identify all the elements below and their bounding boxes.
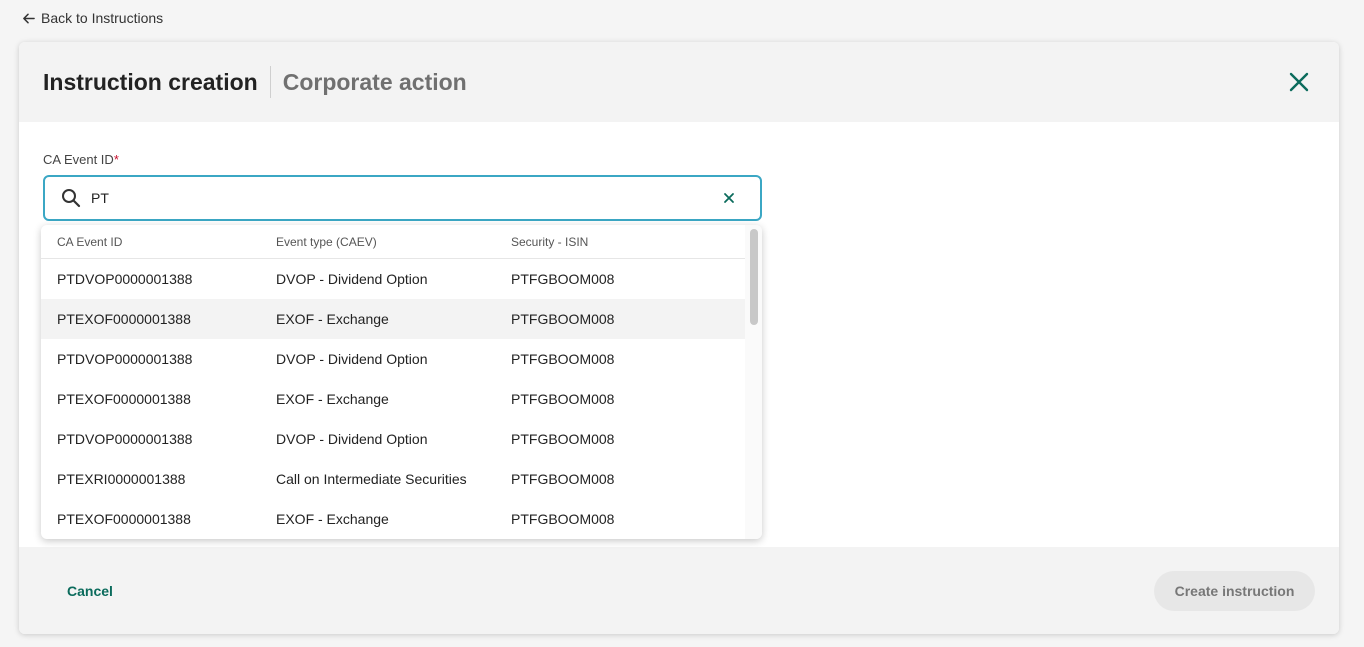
search-icon [62, 189, 81, 208]
option-event-id: PTEXOF0000001388 [57, 511, 191, 527]
back-link-label: Back to Instructions [41, 10, 164, 26]
dropdown-option[interactable]: PTEXOF0000001388 EXOF - Exchange PTFGBOO… [41, 499, 745, 539]
dropdown-option[interactable]: PTEXOF0000001388 EXOF - Exchange PTFGBOO… [41, 299, 745, 339]
ca-event-id-input[interactable] [91, 190, 722, 206]
header-divider [269, 66, 271, 98]
column-header-security-isin: Security - ISIN [511, 234, 589, 249]
option-event-id: PTDVOP0000001388 [57, 431, 193, 447]
modal-footer: Cancel Create instruction [19, 547, 1339, 634]
ca-event-id-label: CA Event ID* [43, 152, 119, 167]
option-event-type: DVOP - Dividend Option [276, 431, 428, 447]
dropdown-scrollbar-thumb[interactable] [750, 229, 758, 325]
cancel-button[interactable]: Cancel [67, 583, 113, 599]
back-to-instructions-link[interactable]: Back to Instructions [22, 10, 163, 26]
create-instruction-button[interactable]: Create instruction [1154, 570, 1315, 611]
option-isin: PTFGBOOM008 [511, 431, 615, 447]
dropdown-option[interactable]: PTEXOF0000001388 EXOF - Exchange PTFGBOO… [41, 379, 745, 419]
option-event-id: PTEXOF0000001388 [57, 311, 191, 327]
clear-icon[interactable] [722, 191, 736, 205]
option-event-type: DVOP - Dividend Option [276, 271, 428, 287]
column-header-event-type: Event type (CAEV) [276, 234, 377, 249]
option-event-type: DVOP - Dividend Option [276, 351, 428, 367]
dropdown-header: CA Event ID Event type (CAEV) Security -… [41, 225, 762, 259]
option-event-type: Call on Intermediate Securities [276, 471, 467, 487]
ca-event-id-search [43, 175, 762, 221]
modal-header: Instruction creation Corporate action [19, 42, 1339, 122]
option-isin: PTFGBOOM008 [511, 391, 615, 407]
modal-subtitle: Corporate action [282, 68, 467, 95]
option-isin: PTFGBOOM008 [511, 511, 615, 527]
option-event-id: PTDVOP0000001388 [57, 351, 193, 367]
dropdown-option[interactable]: PTDVOP0000001388 DVOP - Dividend Option … [41, 259, 745, 299]
dropdown-option[interactable]: PTDVOP0000001388 DVOP - Dividend Option … [41, 419, 745, 459]
required-mark: * [113, 152, 119, 167]
option-event-id: PTDVOP0000001388 [57, 271, 193, 287]
ca-event-dropdown: CA Event ID Event type (CAEV) Security -… [41, 225, 762, 539]
option-isin: PTFGBOOM008 [511, 311, 615, 327]
option-isin: PTFGBOOM008 [511, 471, 615, 487]
dropdown-scrollbar[interactable] [745, 225, 762, 539]
modal-title: Instruction creation [43, 68, 258, 95]
column-header-ca-event-id: CA Event ID [57, 234, 123, 249]
arrow-left-icon [23, 13, 35, 23]
option-event-id: PTEXOF0000001388 [57, 391, 191, 407]
option-isin: PTFGBOOM008 [511, 351, 615, 367]
close-icon[interactable] [1287, 70, 1311, 94]
dropdown-option[interactable]: PTEXRI0000001388 Call on Intermediate Se… [41, 459, 745, 499]
option-event-type: EXOF - Exchange [276, 311, 389, 327]
dropdown-option[interactable]: PTDVOP0000001388 DVOP - Dividend Option … [41, 339, 745, 379]
option-event-type: EXOF - Exchange [276, 511, 389, 527]
option-event-type: EXOF - Exchange [276, 391, 389, 407]
option-event-id: PTEXRI0000001388 [57, 471, 186, 487]
option-isin: PTFGBOOM008 [511, 271, 615, 287]
